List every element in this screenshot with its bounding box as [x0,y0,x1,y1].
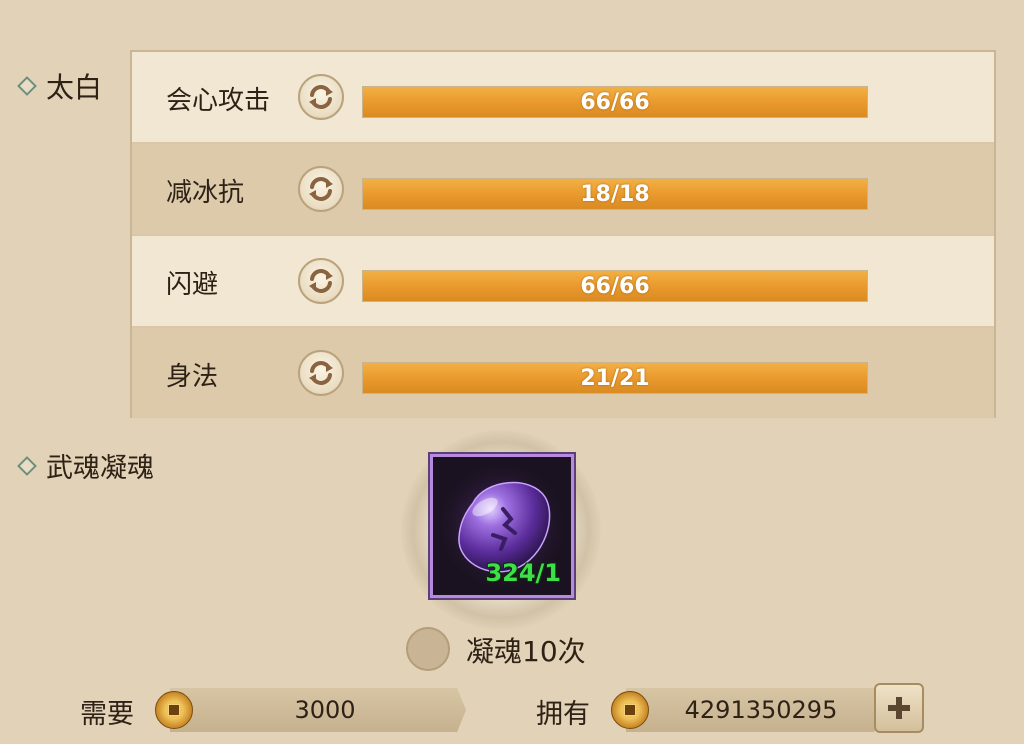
refresh-button[interactable] [298,258,344,304]
coin-hole [624,704,636,716]
refresh-cycle-icon [309,269,333,293]
diamond-bullet-icon [17,76,37,96]
plus-icon [888,697,910,719]
item-count: 324/1 [485,559,561,587]
attribute-progress-bar: 18/18 [362,178,868,210]
have-value-field: 4291350295 [626,688,882,732]
refresh-cycle-icon [309,177,333,201]
attribute-progress-text: 66/66 [580,89,650,115]
attribute-label: 减冰抗 [166,178,245,208]
diamond-bullet-icon [17,455,37,476]
coin-hole [168,704,180,716]
refresh-cycle-icon [309,85,333,109]
soul-section-title-text: 武魂凝魂 [46,453,154,484]
attribute-progress-text: 18/18 [580,181,650,207]
need-label: 需要 [80,699,134,730]
need-value: 3000 [294,696,356,724]
have-label: 拥有 [536,699,590,730]
attribute-progress-text: 66/66 [580,273,650,299]
condense-10-times-checkbox[interactable] [406,627,450,671]
condense-10-times-label: 凝魂10次 [466,635,586,668]
attribute-row: 身法 21/21 [132,328,994,418]
attribute-progress-bar: 66/66 [362,270,868,302]
soul-stone-item-slot[interactable]: 324/1 [430,454,574,598]
attribute-row: 减冰抗 18/18 [132,144,994,234]
attribute-section-title-text: 太白 [46,71,103,104]
attribute-progress-text: 21/21 [580,365,650,391]
copper-coin-icon [155,691,193,729]
copper-coin-icon [611,691,649,729]
refresh-button[interactable] [298,350,344,396]
attribute-row: 会心攻击 66/66 [132,52,994,142]
refresh-cycle-icon [309,361,333,385]
soul-section-title: 武魂凝魂 [17,446,154,485]
attribute-progress-bar: 21/21 [362,362,868,394]
attribute-label: 会心攻击 [166,86,271,116]
need-value-field: 3000 [170,688,466,732]
refresh-button[interactable] [298,166,344,212]
refresh-button[interactable] [298,74,344,120]
have-value: 4291350295 [684,696,838,724]
attribute-panel: 会心攻击 66/66 减冰抗 18/18 闪避 66/66 身法 21/21 [130,50,996,418]
add-currency-button[interactable] [874,683,924,733]
attribute-label: 闪避 [166,270,219,300]
attribute-row: 闪避 66/66 [132,236,994,326]
attribute-section-title: 太白 [17,66,103,106]
attribute-progress-bar: 66/66 [362,86,868,118]
attribute-label: 身法 [166,362,219,392]
